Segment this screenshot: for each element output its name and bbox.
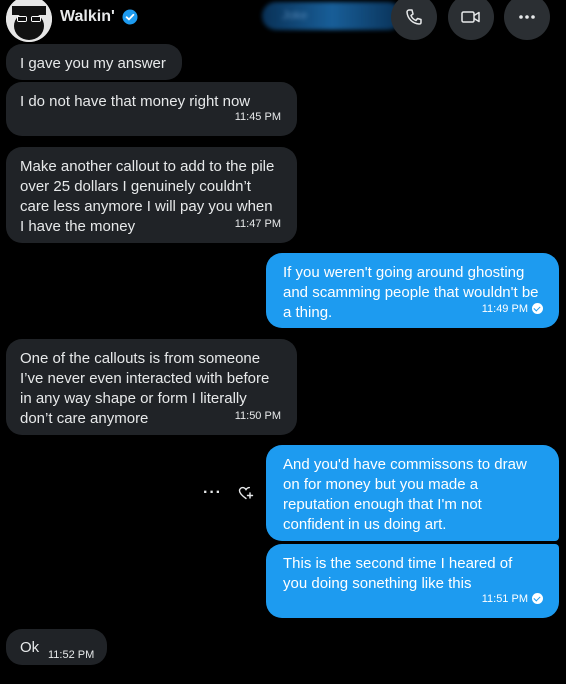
- blurred-banner: Joke: [262, 2, 402, 30]
- message-status: 11:51 PM: [482, 589, 543, 609]
- more-actions-button[interactable]: ···: [203, 484, 222, 502]
- message-bubble[interactable]: One of the callouts is from someone I’ve…: [6, 339, 297, 435]
- message-timestamp: 11:49 PM: [481, 303, 528, 315]
- message-text: This is the second time I heared of you …: [283, 555, 513, 592]
- message-status: 11:49 PM: [482, 299, 543, 319]
- read-check-icon: [532, 593, 543, 604]
- message-text: Ok: [20, 639, 40, 656]
- message-timestamp: 11:47 PM: [234, 218, 281, 230]
- phone-icon: [406, 9, 422, 25]
- more-options-button[interactable]: [504, 0, 550, 40]
- message-bubble[interactable]: Ok 11:52 PM: [6, 629, 107, 665]
- message-timestamp: 11:51 PM: [481, 593, 528, 605]
- video-camera-icon: [461, 11, 480, 23]
- blurred-banner-text: Joke: [282, 8, 308, 22]
- more-dots-icon: [519, 15, 535, 19]
- message-text: I do not have that money right now: [20, 93, 251, 110]
- message-bubble[interactable]: This is the second time I heared of you …: [266, 544, 559, 618]
- video-call-button[interactable]: [448, 0, 494, 40]
- message-timestamp: 11:50 PM: [234, 410, 281, 422]
- message-bubble[interactable]: I gave you my answer: [6, 44, 182, 80]
- message-bubble[interactable]: And you'd have commissons to draw on for…: [266, 445, 559, 541]
- read-check-icon: [532, 303, 543, 314]
- conversation-header: Walkin' Joke: [0, 0, 566, 42]
- message-timestamp: 11:45 PM: [234, 111, 281, 123]
- message-bubble[interactable]: I do not have that money right now 11:45…: [6, 82, 297, 136]
- react-heart-icon[interactable]: [238, 486, 254, 500]
- message-bubble[interactable]: If you weren't going around ghosting and…: [266, 253, 559, 328]
- message-text: And you'd have commissons to draw on for…: [283, 456, 527, 533]
- call-button[interactable]: [391, 0, 437, 40]
- message-timestamp: 11:52 PM: [48, 649, 95, 661]
- contact-name[interactable]: Walkin': [60, 8, 115, 26]
- message-text: I gave you my answer: [20, 55, 166, 72]
- avatar[interactable]: [6, 0, 52, 42]
- verified-badge-icon: [122, 9, 138, 25]
- message-bubble[interactable]: Make another callout to add to the pile …: [6, 147, 297, 243]
